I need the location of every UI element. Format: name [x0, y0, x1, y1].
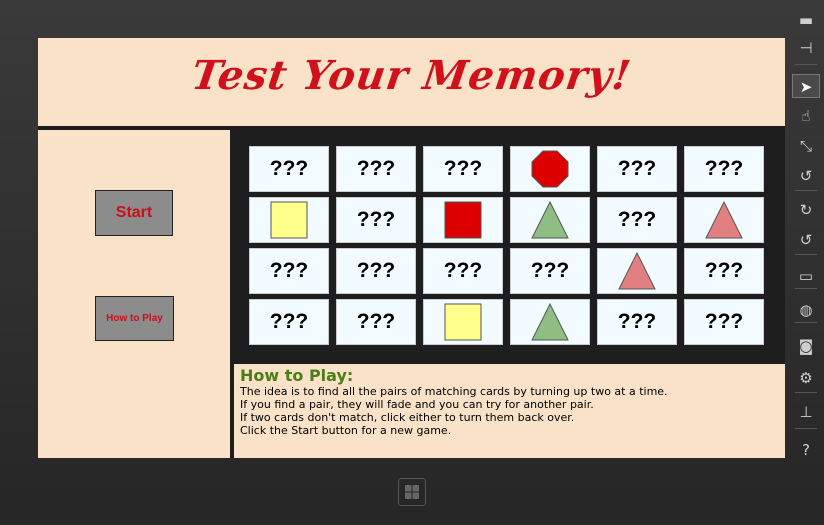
card-face-up[interactable]: [423, 197, 503, 243]
start-button[interactable]: Start: [95, 190, 173, 236]
how-to-play-heading: How to Play:: [240, 366, 354, 385]
instruction-line: The idea is to find all the pairs of mat…: [240, 385, 668, 398]
simulator-toolbar: ▬ ⊣ ➤ ☝ ⤡ ↺ ↻ ↺ ▭ ◍ ◙ ⚙ ⊥?: [789, 0, 824, 525]
pinch-icon[interactable]: ⤡: [792, 134, 820, 158]
card-face-down[interactable]: ???: [336, 197, 416, 243]
pointer-icon[interactable]: ➤: [792, 74, 820, 98]
card-label: ???: [704, 259, 744, 282]
toolbar-divider: [795, 392, 817, 393]
toolbar-divider: [795, 254, 817, 255]
how-to-play-panel: How to Play: The idea is to find all the…: [234, 364, 785, 458]
card-face-down[interactable]: ???: [423, 248, 503, 294]
instruction-line: Click the Start button for a new game.: [240, 424, 452, 437]
card-label: ???: [356, 310, 396, 333]
card-face-down[interactable]: ???: [597, 197, 677, 243]
page-title: Test Your Memory!: [188, 52, 635, 99]
card-face-down[interactable]: ???: [684, 248, 764, 294]
card-label: ???: [356, 259, 396, 282]
card-face-up[interactable]: [684, 197, 764, 243]
card-label: ???: [704, 157, 744, 180]
card-face-down[interactable]: ???: [423, 146, 503, 192]
minimize-icon[interactable]: ▬: [792, 8, 820, 32]
card-label: ???: [356, 157, 396, 180]
card-face-up[interactable]: [597, 248, 677, 294]
card-face-down[interactable]: ???: [249, 146, 329, 192]
card-face-down[interactable]: ???: [249, 299, 329, 345]
square-icon: [444, 201, 482, 239]
card-face-down[interactable]: ???: [684, 299, 764, 345]
triangle-icon: [618, 251, 656, 290]
screenshot-icon[interactable]: ◙: [792, 334, 820, 358]
card-label: ???: [356, 208, 396, 231]
windows-logo-icon: [405, 485, 419, 499]
card-face-down[interactable]: ???: [336, 146, 416, 192]
touch-icon[interactable]: ☝: [792, 104, 820, 128]
header: Test Your Memory!: [38, 38, 785, 128]
triangle-icon: [705, 200, 743, 239]
toolbar-divider: [795, 190, 817, 191]
help-icon[interactable]: ?: [792, 438, 820, 462]
card-board: ????????????????????????????????????????…: [234, 130, 785, 358]
card-face-down[interactable]: ???: [597, 299, 677, 345]
card-label: ???: [269, 310, 309, 333]
card-face-up[interactable]: [510, 299, 590, 345]
app-screen: Test Your Memory! Start How to Play ????…: [38, 38, 785, 458]
location-icon[interactable]: ◍: [792, 298, 820, 322]
square-icon: [444, 303, 482, 341]
toolbar-divider: [795, 322, 817, 323]
card-face-down[interactable]: ???: [684, 146, 764, 192]
card-face-down[interactable]: ???: [249, 248, 329, 294]
octagon-icon: [531, 150, 569, 188]
card-label: ???: [269, 157, 309, 180]
resolution-icon[interactable]: ▭: [792, 264, 820, 288]
card-face-down[interactable]: ???: [336, 248, 416, 294]
instruction-line: If you find a pair, they will fade and y…: [240, 398, 594, 411]
left-panel: Start How to Play: [38, 130, 230, 458]
card-face-up[interactable]: [423, 299, 503, 345]
square-icon: [270, 201, 308, 239]
card-label: ???: [617, 208, 657, 231]
instruction-line: If two cards don't match, click either t…: [240, 411, 575, 424]
card-label: ???: [617, 310, 657, 333]
pin-icon[interactable]: ⊣: [792, 36, 820, 60]
triangle-icon: [531, 200, 569, 239]
card-face-down[interactable]: ???: [510, 248, 590, 294]
toolbar-divider: [795, 428, 817, 429]
triangle-icon: [531, 302, 569, 341]
card-face-down[interactable]: ???: [336, 299, 416, 345]
settings-icon[interactable]: ⚙: [792, 366, 820, 390]
card-face-up[interactable]: [249, 197, 329, 243]
card-label: ???: [443, 157, 483, 180]
card-label: ???: [617, 157, 657, 180]
toolbar-divider: [795, 288, 817, 289]
card-label: ???: [530, 259, 570, 282]
windows-button[interactable]: [398, 478, 426, 506]
toolbar-divider: [795, 64, 817, 65]
rotate-counterclockwise-icon[interactable]: ↺: [792, 228, 820, 252]
rotate-gesture-icon[interactable]: ↺: [792, 164, 820, 188]
card-face-up[interactable]: [510, 197, 590, 243]
card-label: ???: [269, 259, 309, 282]
rotate-clockwise-icon[interactable]: ↻: [792, 198, 820, 222]
card-face-up[interactable]: [510, 146, 590, 192]
card-label: ???: [704, 310, 744, 333]
how-to-play-button[interactable]: How to Play: [95, 296, 174, 341]
card-face-down[interactable]: ???: [597, 146, 677, 192]
network-icon[interactable]: ⊥: [792, 400, 820, 424]
how-to-play-text: The idea is to find all the pairs of mat…: [240, 385, 668, 437]
card-label: ???: [443, 259, 483, 282]
